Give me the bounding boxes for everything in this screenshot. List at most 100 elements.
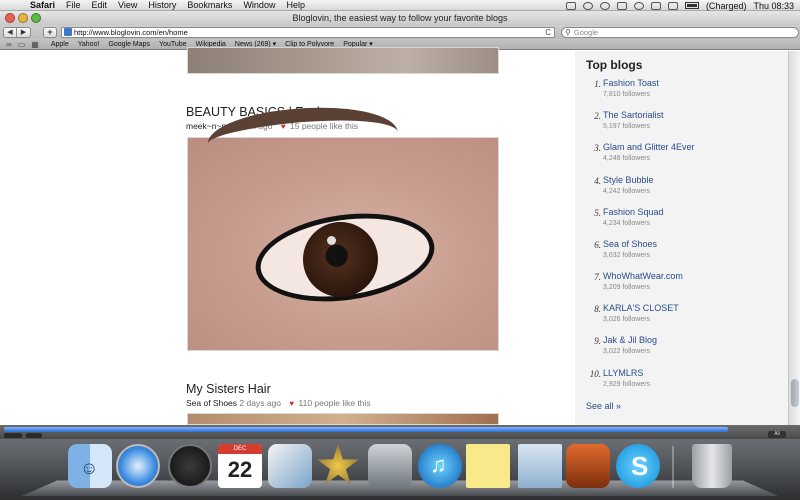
blog-name-link[interactable]: LLYMLRS — [603, 368, 643, 378]
menubar-clock[interactable]: Thu 08:33 — [753, 1, 794, 11]
photo-booth-icon[interactable] — [566, 444, 610, 488]
menu-window[interactable]: Window — [243, 0, 275, 10]
search-field[interactable]: ⚲ Google — [561, 26, 799, 38]
bluetooth-icon[interactable] — [616, 1, 627, 10]
blog-name-link[interactable]: Glam and Glitter 4Ever — [603, 142, 695, 152]
blog-rank: 10. — [589, 369, 601, 379]
blog-followers: 3,209 followers — [603, 284, 651, 291]
safari-icon[interactable] — [116, 444, 160, 488]
finder-face-icon: ☺ — [80, 458, 99, 478]
menu-view[interactable]: View — [118, 0, 137, 10]
bookmark-google-maps[interactable]: Google Maps — [108, 41, 150, 48]
address-bar[interactable]: http://www.bloglovin.com/en/home C — [61, 26, 555, 38]
top-blog-item[interactable]: 3. Glam and Glitter 4Ever 4,248 follower… — [586, 142, 786, 175]
blog-followers: 2,929 followers — [603, 381, 651, 388]
blog-name-link[interactable]: Sea of Shoes — [603, 239, 657, 249]
back-button[interactable]: ◀ — [3, 26, 17, 38]
trash-icon[interactable] — [692, 444, 732, 488]
blog-rank: 6. — [594, 240, 601, 250]
minimize-window-button[interactable] — [18, 13, 28, 23]
post-time: 2 days ago — [239, 398, 282, 408]
page-scrollbar[interactable] — [788, 51, 800, 425]
post-meta: Sea of Shoes 2 days ago ♥ 110 people lik… — [186, 398, 371, 408]
forward-button[interactable]: ▶ — [17, 26, 31, 38]
scroll-thumb[interactable] — [791, 379, 799, 407]
page-left-margin — [0, 51, 186, 425]
post-author[interactable]: Sea of Shoes — [186, 398, 237, 408]
top-blog-item[interactable]: 6. Sea of Shoes 3,632 followers — [586, 239, 786, 272]
top-blog-item[interactable]: 5. Fashion Squad 4,234 followers — [586, 207, 786, 240]
status-left-button[interactable] — [4, 433, 22, 438]
reload-icon[interactable]: C — [545, 28, 551, 38]
reading-list-icon[interactable]: ∞ — [6, 40, 12, 49]
post-image[interactable] — [187, 413, 499, 425]
menu-bookmarks[interactable]: Bookmarks — [187, 0, 232, 10]
blog-rank: 3. — [594, 143, 601, 153]
battery-icon[interactable] — [684, 2, 699, 9]
window-title: Bloglovin, the easiest way to follow you… — [292, 13, 508, 23]
bookmark-youtube[interactable]: YouTube — [159, 41, 187, 48]
blog-name-link[interactable]: WhoWhatWear.com — [603, 271, 683, 281]
menu-history[interactable]: History — [148, 0, 176, 10]
battery-status[interactable]: (Charged) — [706, 1, 747, 11]
dock-separator — [672, 446, 674, 488]
blog-name-link[interactable]: Jak & Jil Blog — [603, 335, 657, 345]
post-title[interactable]: My Sisters Hair — [186, 382, 271, 396]
blog-name-link[interactable]: KARLA'S CLOSET — [603, 303, 679, 313]
blog-rank: 5. — [594, 208, 601, 218]
top-blog-item[interactable]: 1. Fashion Toast 7,810 followers — [586, 78, 786, 111]
blog-followers: 4,234 followers — [603, 220, 651, 227]
menu-file[interactable]: File — [66, 0, 81, 10]
status-right-button[interactable] — [26, 433, 42, 438]
heart-icon[interactable]: ♥ — [289, 399, 294, 408]
previous-post-image[interactable] — [187, 47, 499, 74]
top-blog-item[interactable]: 2. The Sartorialist 5,197 followers — [586, 110, 786, 143]
top-blog-item[interactable]: 9. Jak & Jil Blog 3,022 followers — [586, 335, 786, 368]
wifi-icon[interactable] — [633, 1, 644, 10]
address-bar-url[interactable]: http://www.bloglovin.com/en/home — [74, 28, 188, 37]
blog-followers: 5,197 followers — [603, 123, 651, 130]
status-all-button[interactable]: All — [768, 431, 786, 438]
add-bookmark-button[interactable]: + — [43, 26, 57, 38]
music-note-icon: ♫ — [430, 452, 447, 477]
iphoto-icon[interactable] — [268, 444, 312, 488]
system-preferences-icon[interactable] — [368, 444, 412, 488]
top-blog-item[interactable]: 8. KARLA'S CLOSET 3,026 followers — [586, 303, 786, 336]
bookmarks-book-icon[interactable]: ▭ — [18, 40, 26, 49]
blog-rank: 4. — [594, 176, 601, 186]
dashboard-icon[interactable] — [168, 444, 212, 488]
status-menu-icon[interactable] — [565, 1, 576, 10]
volume-icon[interactable] — [650, 1, 661, 10]
blog-rank: 2. — [594, 111, 601, 121]
blog-name-link[interactable]: Style Bubble — [603, 175, 654, 185]
blog-rank: 8. — [594, 304, 601, 314]
top-blog-item[interactable]: 7. WhoWhatWear.com 3,209 followers — [586, 271, 786, 304]
zoom-window-button[interactable] — [31, 13, 41, 23]
time-machine-icon[interactable] — [599, 1, 610, 10]
menu-safari[interactable]: Safari — [30, 0, 55, 10]
blog-followers: 4,248 followers — [603, 155, 651, 162]
stickies-icon[interactable] — [466, 444, 510, 488]
menu-edit[interactable]: Edit — [92, 0, 108, 10]
bookmark-apple[interactable]: Apple — [51, 41, 69, 48]
ical-day: 22 — [227, 457, 253, 482]
blog-name-link[interactable]: Fashion Squad — [603, 207, 664, 217]
close-window-button[interactable] — [5, 13, 15, 23]
blog-followers: 7,810 followers — [603, 91, 651, 98]
search-placeholder[interactable]: Google — [574, 28, 598, 37]
browser-toolbar: ◀ ▶ + http://www.bloglovin.com/en/home C… — [0, 25, 800, 39]
mail-icon[interactable] — [518, 444, 562, 488]
ical-month: DEC — [218, 444, 262, 454]
top-sites-grid-icon[interactable]: ▦ — [31, 40, 39, 49]
skype-status-icon[interactable] — [582, 1, 593, 10]
site-favicon-icon — [64, 28, 72, 36]
menu-help[interactable]: Help — [286, 0, 305, 10]
blog-name-link[interactable]: Fashion Toast — [603, 78, 659, 88]
bookmark-yahoo[interactable]: Yahoo! — [78, 41, 100, 48]
see-all-link[interactable]: See all » — [586, 401, 621, 411]
display-icon[interactable] — [667, 1, 678, 10]
top-blog-item[interactable]: 4. Style Bubble 4,242 followers — [586, 175, 786, 208]
blog-rank: 1. — [594, 79, 601, 89]
top-blog-item[interactable]: 10. LLYMLRS 2,929 followers — [586, 368, 786, 401]
blog-name-link[interactable]: The Sartorialist — [603, 110, 664, 120]
